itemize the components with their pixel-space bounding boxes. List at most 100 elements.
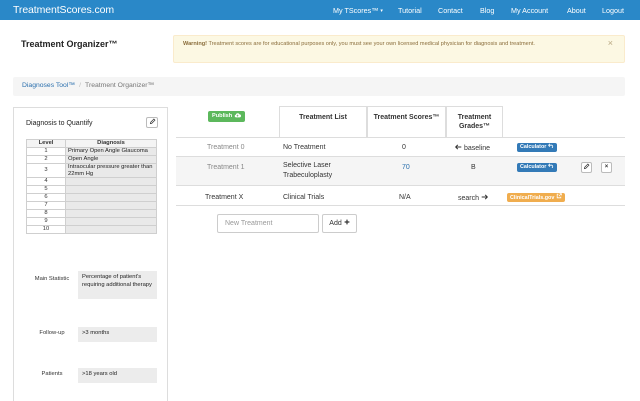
treatment-1-score-link[interactable]: 70 [402,164,410,171]
table-row: 2 Open Angle [26,155,157,164]
level-cell: 6 [26,193,66,202]
clinical-trials-button[interactable]: ClinicalTrials.gov [507,193,565,202]
diagnosis-header: Diagnosis [65,139,157,148]
top-navbar: TreatmentScores.com My TScores™ ▾ Tutori… [0,0,640,20]
level-cell: 8 [26,209,66,218]
level-cell: 4 [26,177,66,186]
diagnosis-cell: Intraocular pressure greater than 22mm H… [65,163,157,178]
caret-down-icon: ▾ [380,8,383,14]
treatment-list-header: Treatment List [279,106,367,137]
treatment-1-treatment: Selective Laser Trabeculoplasty [283,162,333,179]
nav-my-account[interactable]: My Account [511,6,548,15]
diagnosis-table: Level Diagnosis 1 Primary Open Angle Glau… [26,139,157,234]
pencil-icon [149,118,155,125]
undo-icon [547,143,553,149]
treatment-x-grade: search [458,194,489,202]
treatment-x-treatment: Clinical Trials [283,194,325,201]
treatment-1-row-highlight [176,157,625,185]
treatment-1-name: Treatment 1 [207,164,245,171]
main-statistic-value: Percentage of patient's requiring additi… [78,271,157,299]
level-cell: 1 [26,147,66,156]
treatment-0-score: 0 [402,144,406,151]
add-treatment-button[interactable]: Add [322,214,357,233]
publish-button[interactable]: Publish [208,111,245,122]
diagnosis-cell [65,185,157,194]
table-row: 10 [26,225,157,234]
diagnosis-cell [65,177,157,186]
treatment-x-name: Treatment X [205,194,244,201]
add-label: Add [329,220,342,227]
treatment-0-grade: baseline [454,144,490,152]
level-cell: 9 [26,217,66,226]
page-title: Treatment Organizer™ [21,39,118,49]
level-cell: 2 [26,155,66,164]
publish-label: Publish [212,113,233,119]
main-statistic-row: Main Statistic Percentage of patient's r… [26,271,157,299]
diagnosis-cell [65,209,157,218]
alert-strong: Warning! [183,41,208,47]
level-cell: 10 [26,225,66,234]
breadcrumb-diagnoses-tool[interactable]: Diagnoses Tool™ [22,82,75,89]
external-link-icon [556,193,562,199]
cloud-upload-icon [234,112,241,117]
table-row: 8 [26,209,157,218]
patients-value: >18 years old [78,368,157,383]
calculator-button[interactable]: Calculator [517,143,557,152]
level-header: Level [26,139,66,148]
row-divider [176,185,625,186]
treatment-0-treatment: No Treatment [283,144,326,151]
table-row: 5 [26,185,157,194]
warning-alert: Warning! Treatment scores are for educat… [173,35,625,63]
nav-about[interactable]: About [567,6,586,15]
edit-treatment-button[interactable] [581,162,592,173]
nav-my-tscores-label: My TScores™ [333,6,379,15]
diagnosis-cell [65,225,157,234]
nav-tutorial[interactable]: Tutorial [398,6,422,15]
level-cell: 5 [26,185,66,194]
treatment-0-name: Treatment 0 [207,144,245,151]
nav-contact[interactable]: Contact [438,6,463,15]
new-treatment-input[interactable] [217,214,319,233]
close-icon: × [604,164,609,170]
table-row: 7 [26,201,157,210]
arrow-left-icon [454,144,462,150]
calculator-button[interactable]: Calculator [517,163,557,172]
nav-blog[interactable]: Blog [480,6,494,15]
breadcrumb-separator: / [79,82,82,89]
diagnosis-cell [65,217,157,226]
table-row: 3 Intraocular pressure greater than 22mm … [26,163,157,178]
close-icon[interactable]: × [608,37,613,49]
alert-text: Treatment scores are for educational pur… [207,41,535,47]
delete-treatment-button[interactable]: × [601,162,612,173]
follow-up-row: Follow-up >3 months [26,327,157,342]
table-row: 9 [26,217,157,226]
treatment-x-grade-label: search [458,195,480,202]
treatment-scores-header: Treatment Scores™ [367,106,446,137]
table-row: 1 Primary Open Angle Glaucoma [26,147,157,156]
patients-label: Patients [41,371,63,377]
calculator-label: Calculator [520,164,547,170]
edit-diagnosis-button[interactable] [146,117,158,128]
breadcrumb: Diagnoses Tool™ / Treatment Organizer™ [13,77,625,96]
breadcrumb-current: Treatment Organizer™ [85,82,155,89]
brand-logo-link[interactable]: TreatmentScores.com [13,4,114,16]
diagnosis-panel: Diagnosis to Quantify Level Diagnosis 1P… [13,107,168,401]
row-divider [176,137,625,138]
undo-icon [547,163,553,169]
diagnosis-cell [65,201,157,210]
main-statistic-label: Main Statistic [34,276,70,282]
diagnosis-cell: Primary Open Angle Glaucoma [65,147,157,156]
nav-my-tscores[interactable]: My TScores™ ▾ [333,6,383,15]
diagnosis-panel-title: Diagnosis to Quantify [26,120,93,127]
diagnosis-cell [65,193,157,202]
row-divider [176,205,625,206]
table-row: 6 [26,193,157,202]
nav-logout[interactable]: Logout [602,6,624,15]
pencil-icon [583,163,590,170]
plus-icon [344,219,350,225]
level-cell: 7 [26,201,66,210]
diagnosis-cell: Open Angle [65,155,157,164]
level-cell: 3 [26,163,66,178]
table-row: 4 [26,177,157,186]
follow-up-label: Follow-up [39,330,65,336]
